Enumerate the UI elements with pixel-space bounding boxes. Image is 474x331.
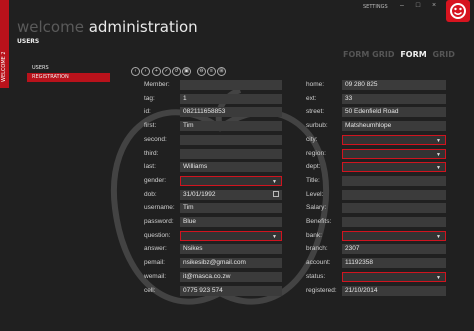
- window-controls[interactable]: – □ ×: [400, 2, 441, 9]
- second-field[interactable]: [180, 134, 282, 145]
- chevron-down-icon: ▼: [436, 233, 441, 240]
- field-label: username:: [144, 204, 175, 212]
- field-label: registered:: [306, 286, 337, 294]
- first-field[interactable]: Tim: [180, 121, 282, 132]
- sidebar-nav: USERS REGISTRATION: [27, 64, 110, 82]
- username-field[interactable]: Tim: [180, 203, 282, 214]
- field-label: cell:: [144, 286, 156, 294]
- field-label: Member:: [144, 81, 170, 88]
- answer-field[interactable]: Nsikes: [180, 244, 282, 255]
- chevron-down-icon: ▼: [272, 178, 277, 185]
- page-title: welcome administration: [17, 18, 198, 36]
- view-form[interactable]: FORM: [400, 50, 426, 59]
- calendar-icon[interactable]: [273, 190, 279, 197]
- app-side-tab[interactable]: WELCOME 2: [0, 0, 9, 88]
- field-label: street:: [306, 108, 325, 116]
- smiley-icon: [450, 3, 466, 19]
- field-label: question:: [144, 231, 171, 239]
- title-welcome: welcome: [17, 18, 84, 36]
- field-label: tag:: [144, 94, 155, 102]
- bank-select[interactable]: ▼: [342, 230, 446, 241]
- home-field[interactable]: 09 280 825: [342, 80, 446, 90]
- chevron-down-icon: ▼: [436, 137, 441, 144]
- add-icon[interactable]: +: [152, 67, 161, 76]
- field-label: first:: [144, 122, 157, 130]
- chevron-down-icon: ▼: [436, 274, 441, 281]
- field-label: password:: [144, 218, 174, 225]
- chevron-down-icon: ▼: [436, 165, 441, 172]
- pemail-field[interactable]: nsikesibz@gmail.com: [180, 258, 282, 269]
- dob-field[interactable]: 31/01/1992: [180, 189, 282, 200]
- cell-field[interactable]: 0775 923 574: [180, 285, 282, 296]
- surbub-field[interactable]: Matsheumhlope: [342, 121, 446, 132]
- field-label: account:: [306, 259, 331, 267]
- page-subtitle: USERS: [17, 38, 40, 45]
- street-field[interactable]: 50 Edenfield Road: [342, 107, 446, 118]
- field-label: last:: [144, 163, 156, 171]
- sidebar-item-registration[interactable]: REGISTRATION: [27, 73, 110, 82]
- chevron-down-icon: ▼: [436, 151, 441, 158]
- field-label: dept:: [306, 163, 321, 171]
- field-label: id:: [144, 108, 151, 116]
- field-label: wemail:: [144, 272, 167, 280]
- view-grid[interactable]: GRID: [433, 50, 455, 59]
- view-form-grid[interactable]: FORM GRID: [343, 50, 395, 59]
- field-label: Benefits:: [306, 218, 332, 225]
- field-label: surbub:: [306, 122, 328, 130]
- field-label: dob:: [144, 190, 157, 198]
- third-field[interactable]: [180, 148, 282, 159]
- sidebar-item-users[interactable]: USERS: [27, 64, 110, 73]
- field-label: gender:: [144, 176, 167, 184]
- field-label: pemail:: [144, 259, 165, 267]
- title-administration: administration: [88, 18, 198, 36]
- chevron-down-icon: ▼: [272, 233, 277, 240]
- branch-field[interactable]: 2307: [342, 244, 446, 255]
- remove-icon[interactable]: ⊖: [197, 67, 206, 76]
- field-label: status:: [306, 272, 326, 280]
- refresh-icon[interactable]: ↺: [172, 67, 181, 76]
- region-select[interactable]: ▼: [342, 148, 446, 159]
- list-icon[interactable]: ≡: [207, 67, 216, 76]
- city-select[interactable]: ▼: [342, 134, 446, 145]
- view-switcher: FORM GRID FORM GRID: [343, 50, 458, 59]
- account-field[interactable]: 11192358: [342, 258, 446, 269]
- title-field[interactable]: [342, 175, 446, 186]
- salary-field[interactable]: [342, 203, 446, 214]
- tag-field[interactable]: 1: [180, 93, 282, 104]
- app-side-tab-label: WELCOME 2: [1, 51, 7, 82]
- field-label: branch:: [306, 245, 328, 253]
- settings-link[interactable]: SETTINGS: [363, 4, 388, 10]
- prev-icon[interactable]: ‹: [131, 67, 140, 76]
- question-select[interactable]: ▼: [180, 230, 282, 241]
- grid-icon[interactable]: ⊞: [217, 67, 226, 76]
- field-label: Salary:: [306, 204, 327, 212]
- id-field[interactable]: 082111658853: [180, 107, 282, 118]
- wemail-field[interactable]: it@masca.co.zw: [180, 271, 282, 282]
- document-icon[interactable]: ▣: [182, 67, 191, 76]
- field-label: bank:: [306, 231, 322, 239]
- save-icon[interactable]: ✓: [162, 67, 171, 76]
- last-field[interactable]: Williams: [180, 162, 282, 173]
- dept-select[interactable]: ▼: [342, 162, 446, 173]
- benefits-field[interactable]: [342, 217, 446, 227]
- next-icon[interactable]: ›: [141, 67, 150, 76]
- field-label: second:: [144, 135, 167, 143]
- field-label: region:: [306, 149, 326, 157]
- field-label: ext:: [306, 94, 317, 102]
- password-field[interactable]: Blue: [180, 217, 282, 227]
- gender-select[interactable]: ▼: [180, 175, 282, 186]
- field-label: answer:: [144, 245, 167, 253]
- field-label: city:: [306, 135, 318, 143]
- ext-field[interactable]: 33: [342, 93, 446, 104]
- app-logo: [446, 0, 470, 22]
- field-label: Level:: [306, 190, 324, 198]
- status-select[interactable]: ▼: [342, 271, 446, 282]
- field-label: home:: [306, 81, 325, 88]
- level-field[interactable]: [342, 189, 446, 200]
- member-field[interactable]: [180, 80, 282, 90]
- field-label: third:: [144, 149, 159, 157]
- field-label: Title:: [306, 176, 320, 184]
- registered-field[interactable]: 21/10/2014: [342, 285, 446, 296]
